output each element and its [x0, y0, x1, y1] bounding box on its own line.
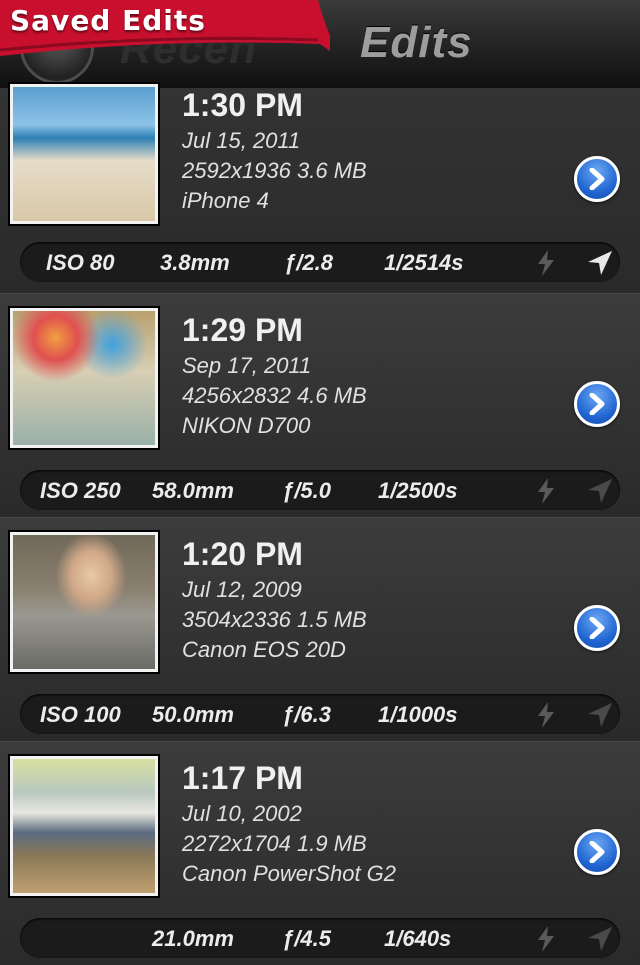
- photo-info: 1:29 PM Sep 17, 2011 4256x2832 4.6 MB NI…: [182, 312, 367, 441]
- detail-disclosure-button[interactable]: [574, 381, 620, 427]
- list-item[interactable]: 1:17 PM Jul 10, 2002 2272x1704 1.9 MB Ca…: [0, 741, 640, 965]
- detail-disclosure-button[interactable]: [574, 829, 620, 875]
- nav-bar: Recen Edits Saved Edits: [0, 0, 640, 88]
- chevron-right-icon: [589, 617, 605, 639]
- exif-bar: ISO 80 3.8mm ƒ/2.8 1/2514s: [20, 242, 620, 282]
- photo-camera: Canon PowerShot G2: [182, 861, 397, 886]
- exif-shutter: 1/2500s: [378, 478, 458, 503]
- exif-aperture: ƒ/5.0: [282, 478, 331, 503]
- exif-shutter: 1/640s: [384, 926, 452, 951]
- exif-focal: 3.8mm: [160, 250, 230, 275]
- list-item[interactable]: 1:30 PM Jul 15, 2011 2592x1936 3.6 MB iP…: [0, 84, 640, 293]
- exif-shutter: 1/1000s: [378, 702, 458, 727]
- exif-focal: 58.0mm: [152, 478, 234, 503]
- location-arrow-icon: [588, 703, 612, 727]
- chevron-right-icon: [589, 841, 605, 863]
- photo-size: 2592x1936 3.6 MB: [182, 158, 367, 183]
- exif-bar: 21.0mm ƒ/4.5 1/640s: [20, 918, 620, 958]
- photo-time: 1:29 PM: [182, 312, 303, 348]
- photo-thumbnail[interactable]: [10, 756, 158, 896]
- photo-time: 1:20 PM: [182, 536, 303, 572]
- photo-size: 2272x1704 1.9 MB: [182, 831, 367, 856]
- photo-camera: NIKON D700: [182, 413, 311, 438]
- exif-aperture: ƒ/4.5: [282, 926, 331, 951]
- location-arrow-icon: [588, 927, 612, 951]
- flash-icon: [538, 926, 554, 952]
- photo-camera: iPhone 4: [182, 188, 269, 213]
- flash-icon: [538, 702, 554, 728]
- photo-date: Sep 17, 2011: [182, 353, 312, 378]
- detail-disclosure-button[interactable]: [574, 156, 620, 202]
- exif-shutter: 1/2514s: [384, 250, 464, 275]
- saved-edits-banner[interactable]: Saved Edits: [0, 0, 330, 58]
- photo-thumbnail[interactable]: [10, 532, 158, 672]
- exif-iso: ISO 100: [40, 702, 121, 727]
- location-arrow-icon: [588, 479, 612, 503]
- photo-info: 1:30 PM Jul 15, 2011 2592x1936 3.6 MB iP…: [182, 87, 367, 216]
- exif-bar: ISO 250 58.0mm ƒ/5.0 1/2500s: [20, 470, 620, 510]
- exif-focal: 21.0mm: [152, 926, 234, 951]
- photo-date: Jul 10, 2002: [182, 801, 302, 826]
- photo-thumbnail[interactable]: [10, 308, 158, 448]
- list-item[interactable]: 1:29 PM Sep 17, 2011 4256x2832 4.6 MB NI…: [0, 293, 640, 517]
- photo-date: Jul 15, 2011: [182, 128, 301, 153]
- exif-iso: ISO 250: [40, 478, 121, 503]
- list-item[interactable]: 1:20 PM Jul 12, 2009 3504x2336 1.5 MB Ca…: [0, 517, 640, 741]
- photo-time: 1:30 PM: [182, 87, 303, 123]
- exif-focal: 50.0mm: [152, 702, 234, 727]
- exif-aperture: ƒ/2.8: [284, 250, 333, 275]
- chevron-right-icon: [589, 168, 605, 190]
- photo-camera: Canon EOS 20D: [182, 637, 346, 662]
- chevron-right-icon: [589, 393, 605, 415]
- photo-thumbnail[interactable]: [10, 84, 158, 224]
- photo-info: 1:20 PM Jul 12, 2009 3504x2336 1.5 MB Ca…: [182, 536, 367, 665]
- flash-icon: [538, 250, 554, 276]
- photo-date: Jul 12, 2009: [182, 577, 302, 602]
- photo-size: 4256x2832 4.6 MB: [182, 383, 367, 408]
- photo-time: 1:17 PM: [182, 760, 303, 796]
- location-arrow-icon: [588, 251, 612, 275]
- exif-bar: ISO 100 50.0mm ƒ/6.3 1/1000s: [20, 694, 620, 734]
- page-title: Edits: [360, 18, 473, 67]
- banner-label: Saved Edits: [10, 4, 206, 37]
- photo-list: 1:30 PM Jul 15, 2011 2592x1936 3.6 MB iP…: [0, 84, 640, 965]
- photo-size: 3504x2336 1.5 MB: [182, 607, 367, 632]
- photo-info: 1:17 PM Jul 10, 2002 2272x1704 1.9 MB Ca…: [182, 760, 396, 889]
- detail-disclosure-button[interactable]: [574, 605, 620, 651]
- flash-icon: [538, 478, 554, 504]
- exif-iso: ISO 80: [46, 250, 115, 275]
- exif-aperture: ƒ/6.3: [282, 702, 331, 727]
